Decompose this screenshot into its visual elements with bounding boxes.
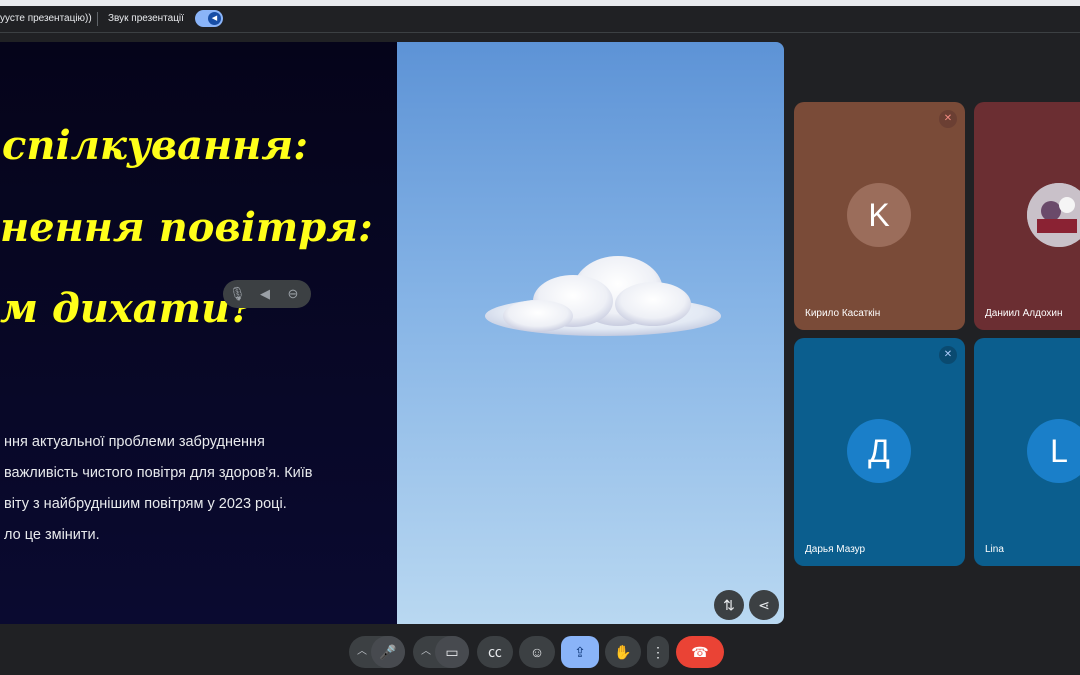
participant-name: Кирило Касаткін — [805, 308, 881, 319]
profile-picture — [1027, 183, 1080, 247]
presentation-name: уусте презентацію)) — [0, 13, 92, 24]
avatar: Д — [847, 419, 911, 483]
chevron-up-icon[interactable]: ︿ — [421, 636, 431, 668]
tile-mini-controls: 🎙 ◀ ⊖ — [223, 280, 311, 308]
speaker-icon[interactable]: ◀ — [257, 286, 273, 302]
slide-text-panel: спілкування: нення повітря: м дихати?" н… — [0, 42, 397, 624]
cloud-image — [485, 256, 721, 336]
divider — [97, 12, 98, 26]
swap-layout-icon[interactable]: ⇅ — [714, 590, 744, 620]
raise-hand-icon: ✋ — [614, 644, 632, 660]
slide-title-line: спілкування: — [2, 122, 309, 169]
leave-call-button[interactable]: ☎ — [676, 636, 724, 668]
avatar: L — [1027, 419, 1080, 483]
mic-off-icon[interactable]: 🎙 — [229, 286, 246, 302]
more-icon: ⋮ — [651, 644, 665, 660]
mic-off-icon: ✕ — [939, 346, 957, 364]
emoji-icon: ☺ — [529, 644, 545, 660]
participant-name: Дарья Мазур — [805, 544, 866, 555]
presentation-bar: уусте презентацію)) Звук презентації ◀ — [0, 6, 1080, 32]
participant-tile[interactable]: L Lina — [974, 338, 1080, 566]
participant-name: Lina — [985, 544, 1004, 555]
microphone-control[interactable]: ︿ 🎤 — [349, 636, 405, 668]
divider — [0, 32, 1080, 33]
slide-body-line: ння актуальної проблеми забруднення — [4, 434, 265, 450]
raise-hand-button[interactable]: ✋ — [605, 636, 641, 668]
emoji-button[interactable]: ☺ — [519, 636, 555, 668]
hang-up-icon: ☎ — [691, 644, 709, 660]
more-options-button[interactable]: ⋮ — [647, 636, 669, 668]
captions-icon: ㏄ — [488, 644, 502, 660]
participant-tile[interactable]: ✕ Д Дарья Мазур — [794, 338, 965, 566]
share-icon[interactable]: ⋖ — [749, 590, 779, 620]
avatar — [1027, 183, 1080, 247]
speaker-icon: ◀ — [208, 12, 221, 25]
slide-body-line: ло це змінити. — [4, 527, 100, 543]
microphone-icon[interactable]: 🎤 — [371, 636, 405, 668]
presentation-sound-label: Звук презентації — [108, 13, 184, 24]
avatar: K — [847, 183, 911, 247]
mic-off-icon: ✕ — [939, 110, 957, 128]
participant-name: Даниил Алдохин — [985, 308, 1063, 319]
participant-tile[interactable]: ✕ K Кирило Касаткін — [794, 102, 965, 330]
camera-icon[interactable]: ▭ — [435, 636, 469, 668]
camera-control[interactable]: ︿ ▭ — [413, 636, 469, 668]
presentation-sound-toggle[interactable]: ◀ — [195, 10, 223, 27]
slide-title-line: нення повітря: — [0, 204, 373, 251]
participant-tile[interactable]: Даниил Алдохин — [974, 102, 1080, 330]
captions-button[interactable]: ㏄ — [477, 636, 513, 668]
slide-body-line: важливість чистого повітря для здоров'я.… — [4, 465, 313, 481]
chevron-up-icon[interactable]: ︿ — [357, 636, 367, 668]
remove-icon[interactable]: ⊖ — [285, 286, 301, 302]
present-icon: ⇪ — [574, 644, 586, 660]
present-button[interactable]: ⇪ — [561, 636, 599, 668]
slide-body-line: віту з найбруднішим повітрям у 2023 році… — [4, 496, 287, 512]
